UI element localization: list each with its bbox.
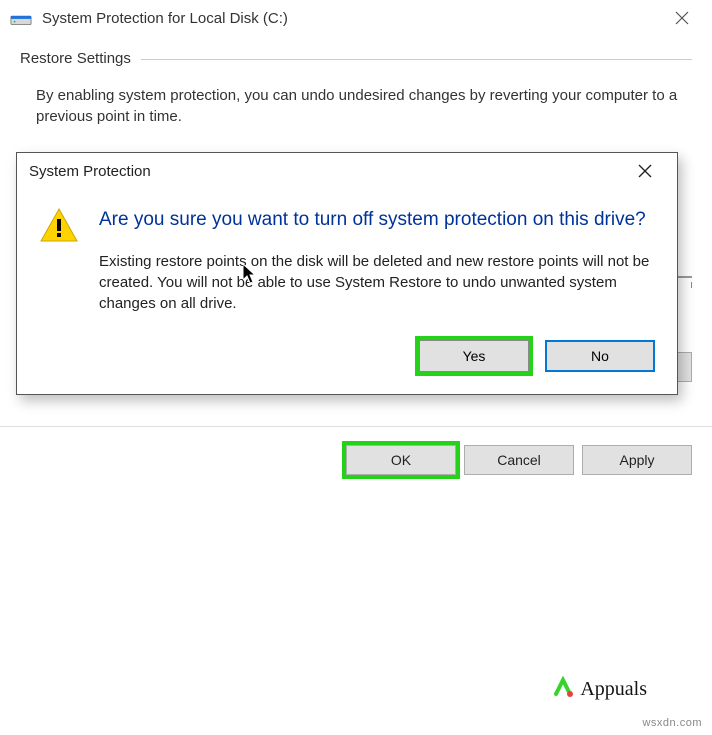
drive-icon — [10, 9, 32, 27]
close-icon[interactable] — [625, 153, 665, 189]
confirm-dialog: System Protection Are you sure you want … — [16, 152, 678, 395]
watermark-url: wsxdn.com — [642, 717, 702, 729]
titlebar: System Protection for Local Disk (C:) — [0, 0, 712, 36]
confirm-body: Are you sure you want to turn off system… — [17, 189, 677, 322]
confirm-button-row: Yes No — [17, 322, 677, 394]
confirm-title: System Protection — [29, 163, 625, 180]
watermark: Appuals — [550, 676, 647, 707]
close-icon[interactable] — [662, 0, 702, 36]
apply-button[interactable]: Apply — [582, 445, 692, 475]
restore-description: By enabling system protection, you can u… — [36, 85, 684, 127]
group-divider — [141, 59, 692, 60]
confirm-titlebar: System Protection — [17, 153, 677, 189]
watermark-brand: Appuals — [580, 678, 647, 701]
confirm-text: Are you sure you want to turn off system… — [99, 207, 655, 314]
dialog-button-row: OK Cancel Apply — [0, 426, 712, 493]
restore-settings-group-label: Restore Settings — [20, 50, 692, 67]
no-button[interactable]: No — [545, 340, 655, 372]
watermark-logo: Appuals — [550, 676, 647, 702]
yes-button[interactable]: Yes — [419, 340, 529, 372]
confirm-description: Existing restore points on the disk will… — [99, 251, 655, 314]
restore-settings-label: Restore Settings — [20, 50, 131, 67]
confirm-heading: Are you sure you want to turn off system… — [99, 207, 655, 233]
warning-icon — [39, 207, 79, 314]
window-title: System Protection for Local Disk (C:) — [42, 10, 662, 27]
cancel-button[interactable]: Cancel — [464, 445, 574, 475]
ok-button[interactable]: OK — [346, 445, 456, 475]
